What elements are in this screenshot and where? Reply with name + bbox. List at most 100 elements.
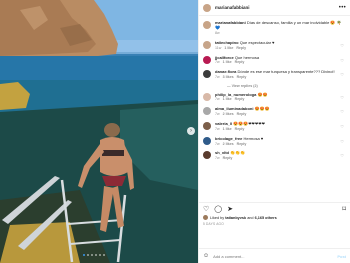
comment-text: Que hermosa [234,54,260,60]
heart-icon[interactable]: ♡ [340,95,344,100]
post-header: marianafabbiani ••• [199,0,350,16]
heart-icon[interactable]: ♡ [340,43,344,48]
heart-icon[interactable]: ♡ [340,72,344,77]
carousel-dot [95,254,97,256]
comment-author[interactable]: alma_iluminadaboni [215,106,253,111]
caption: marianafabbiani Días de descanso, famili… [203,20,346,36]
carousel-dot [91,254,93,256]
more-options-icon[interactable]: ••• [339,5,346,11]
comment-text: 😍😍😍❤❤❤❤❤ [233,121,265,127]
avatar[interactable] [203,136,211,145]
avatar[interactable] [203,3,211,12]
comment-likes[interactable]: 2 likes [223,112,234,117]
reply-button[interactable]: Reply [223,156,233,161]
comment-author[interactable]: jjcallforce [215,55,234,60]
comment-item: tatiechapino Que espectacular ♥ 11w 1 lik… [203,40,346,51]
comment-likes[interactable]: 1 like [223,127,232,132]
carousel-dot [99,254,101,256]
comments-list[interactable]: marianafabbiani Días de descanso, famili… [199,17,350,201]
comment-text: Hermosa ♥ [243,135,264,141]
comment-likes[interactable]: 1 like [223,60,232,65]
comment-time: 7w [215,60,220,65]
avatar[interactable] [203,70,211,79]
avatar[interactable] [203,40,211,49]
reply-button[interactable]: Reply [236,46,246,51]
comment-author[interactable]: bricolage_free [215,136,242,141]
avatar[interactable] [203,55,211,64]
likes-summary: Liked by tatianbyvsk and 6,165 others [203,215,346,220]
comment-time: 7w [215,156,220,161]
comment-author[interactable]: valeria_ll [215,121,232,126]
caption-time: 8w [215,31,220,36]
comment-time: 11w [215,45,222,50]
liked-by-label: Liked by [210,215,225,220]
reply-button[interactable]: Reply [235,60,245,65]
heart-icon[interactable]: ♡ [340,124,344,129]
comment-author[interactable]: sh_xltd [215,150,229,155]
comment-author[interactable]: philip_la_numerologa [215,92,256,97]
heart-icon[interactable]: ♡ [340,109,344,114]
likes-others[interactable]: 6,165 others [255,216,277,220]
instagram-post: › marianafabbiani ••• marianafabbiani Dí… [0,0,350,263]
comment-likes[interactable]: 1 like [223,97,232,102]
likes-and-label: and [247,215,254,220]
liked-by-user[interactable]: tatianbyvsk [225,216,246,220]
comment-icon[interactable]: ◯ [214,205,222,213]
comment-likes[interactable]: 3 likes [223,75,234,80]
comment-item: philip_la_numerologa 😍😍 7w 1 like Reply ♡ [203,92,346,103]
carousel-dot [87,254,89,256]
avatar[interactable] [203,215,208,220]
smile-icon[interactable]: ☺ [203,253,209,259]
reply-button[interactable]: Reply [237,112,247,117]
comment-input[interactable] [213,253,338,259]
heart-icon[interactable]: ♡ [340,153,344,158]
comment-item: bricolage_free Hermosa ♥ 7w 2 likes Reply … [203,136,346,147]
caption-author[interactable]: marianafabbiani [215,20,246,25]
comment-item: valeria_ll 😍😍😍❤❤❤❤❤ 7w 1 like Reply ♡ [203,121,346,132]
comment-item: danae.flora Dónde es ese mar turquesa y … [203,69,346,80]
comment-likes[interactable]: 2 likes [223,142,234,147]
comment-item: sh_xltd 👏👏👏 7w Reply ♡ [203,150,346,161]
comment-text: 😍😍😍 [254,106,270,112]
carousel-dot [83,254,85,256]
comment-item: jjcallforce Que hermosa 7w 1 like Reply ♡ [203,55,346,66]
add-comment-bar: ☺ Post [199,248,350,263]
reply-button[interactable]: Reply [235,97,245,102]
post-author[interactable]: marianafabbiani [215,5,339,10]
view-replies-link[interactable]: — View replies (2) [227,84,346,88]
post-photo[interactable]: › [0,0,198,263]
post-comment-button[interactable]: Post [337,254,346,259]
chevron-right-icon[interactable]: › [187,127,195,135]
avatar[interactable] [203,107,211,116]
comment-time: 7w [215,126,220,131]
avatar[interactable] [203,92,211,101]
post-actions-bar: ♡ ◯ ➤ ⌑ [199,202,350,214]
comment-likes[interactable]: 1 like [224,46,233,51]
share-icon[interactable]: ➤ [227,205,233,213]
comment-text: Que espectacular ♥ [239,39,275,45]
comment-author[interactable]: danae.flora [215,69,236,74]
post-date[interactable]: 5 DAYS AGO [203,222,224,226]
heart-icon[interactable]: ♡ [340,139,344,144]
avatar[interactable] [203,151,211,160]
bookmark-icon[interactable]: ⌑ [342,205,346,213]
comment-author[interactable]: tatiechapino [215,40,239,45]
comment-time: 7w [215,75,220,80]
reply-button[interactable]: Reply [237,142,247,147]
comment-text: Dónde es ese mar turquesa y transparente… [237,69,335,75]
comment-time: 7w [215,97,220,102]
heart-icon[interactable]: ♡ [203,205,209,213]
comment-time: 7w [215,141,220,146]
heart-icon[interactable]: ♡ [340,58,344,63]
comment-text: 👏👏👏 [230,150,246,156]
comment-item: alma_iluminadaboni 😍😍😍 7w 2 likes Reply ♡ [203,106,346,117]
avatar[interactable] [203,122,211,131]
avatar[interactable] [203,21,211,29]
carousel-dot [103,254,105,256]
post-side-panel: marianafabbiani ••• marianafabbiani Días… [198,0,350,263]
reply-button[interactable]: Reply [237,75,247,80]
carousel-dots [83,254,105,256]
reply-button[interactable]: Reply [235,127,245,132]
comment-time: 7w [215,112,220,117]
comment-text: 😍😍 [257,91,268,97]
